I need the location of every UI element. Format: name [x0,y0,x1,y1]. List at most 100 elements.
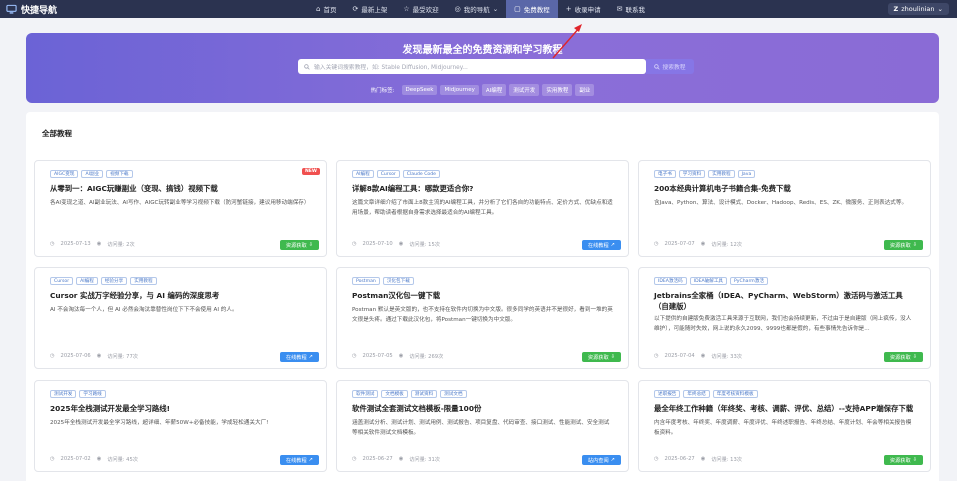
nav-submit[interactable]: + 收录申请 [558,0,609,18]
card-tag[interactable]: 年度考核资料模板 [712,390,758,398]
card-tag[interactable]: 经验分享 [100,277,128,285]
card-tag[interactable]: 测试资料 [410,390,438,398]
resource-button[interactable]: 资源获取 ⇩ [581,352,621,362]
card-title[interactable]: 从零到一：AIGC玩赚副业（变现、搞钱）视频下载 [50,183,312,194]
card-tag[interactable]: 测试开发 [50,390,77,398]
tutorial-card[interactable]: 述职报告 年终总结 年度考核资料模板 最全年终工作种籍（年终奖、考核、调薪、评优… [638,380,931,472]
card-tags: 测试开发 学习路线 [50,390,312,398]
tutorial-card[interactable]: Postman 汉化包下载 Postman汉化包一键下载 Postman 默认是… [336,267,629,369]
tutorial-card[interactable]: AI编程 Cursor Claude Code 详解8款AI编程工具：哪款更适合… [336,160,629,257]
chevron-down-icon: ⌄ [492,5,499,13]
nav-label: 最新上架 [361,6,388,14]
card-tag[interactable]: Java [737,170,756,178]
button-label: 资源获取 [889,354,911,361]
card-title[interactable]: 软件测试全套测试文档模板-限量100份 [352,403,614,414]
card-tag[interactable]: AI编程 [76,277,98,285]
card-title[interactable]: Cursor 实战万字经验分享，与 AI 编码的深度思考 [50,290,312,301]
resource-button[interactable]: 资源获取 ⇩ [883,240,923,250]
card-tag[interactable]: 软件测试 [352,390,379,398]
tutorial-card[interactable]: Cursor AI编程 经验分享 实用教程 Cursor 实战万字经验分享，与 … [34,267,327,369]
card-title[interactable]: 2025年全栈测试开发最全学习路线! [50,403,312,414]
card-tag[interactable]: IDEA激活码 [654,277,687,285]
card-tag[interactable]: 视频下载 [106,170,133,178]
nav-free-tutorials[interactable]: ▢ 免费教程 [506,0,558,18]
card-views: 访问量: 31次 [409,457,440,463]
card-views: 访问量: 13次 [711,457,742,463]
user-menu[interactable]: Z zhoulinian ⌄ [887,3,949,15]
card-meta: ◷ 2025-07-10 ◉ 访问量: 15次 [352,241,440,248]
card-tag[interactable]: 文档模板 [381,390,408,398]
hot-tag[interactable]: 测试开发 [509,84,540,96]
nav-contact[interactable]: ✉ 联系我 [609,0,653,18]
card-tag[interactable]: Cursor [50,277,74,285]
nav-my-nav[interactable]: ◎ 我的导航 ⌄ [447,0,507,18]
card-tags: 述职报告 年终总结 年度考核资料模板 [654,390,916,398]
card-tag[interactable]: PyCharm激活 [730,277,768,285]
card-tag[interactable]: Claude Code [402,170,440,178]
download-icon: ⇩ [912,354,917,360]
external-link-icon: ↗ [610,242,615,248]
tutorial-card[interactable]: 测试开发 学习路线 2025年全栈测试开发最全学习路线! 2025年全栈测试开发… [34,380,327,472]
card-date: 2025-06-27 [362,456,393,462]
card-tag[interactable]: 学习资料 [678,170,706,178]
search-placeholder: 输入关键词搜索教程，如: Stable Diffusion, Midjourne… [314,65,468,71]
search-button[interactable]: 搜索教程 [646,59,694,74]
tutorial-card[interactable]: 电子书 学习资料 实用教程 Java 200本经典计算机电子书籍合集-免费下载 … [638,160,931,257]
card-meta: ◷ 2025-06-27 ◉ 访问量: 13次 [654,456,742,463]
card-tags: Cursor AI编程 经验分享 实用教程 [50,277,312,285]
hot-tags-label: 热门标签: [370,88,395,94]
card-title[interactable]: 详解8款AI编程工具：哪款更适合你? [352,183,614,194]
nav-latest[interactable]: ⟳ 最新上架 [344,0,395,18]
resource-button[interactable]: 资源获取 ⇩ [883,455,923,465]
card-title[interactable]: 200本经典计算机电子书籍合集-免费下载 [654,183,916,194]
card-title[interactable]: Jetbrains全家桶（IDEA、PyCharm、WebStorm）激活码与激… [654,290,916,312]
site-view-button[interactable]: 站内查阅 ↗ [581,455,621,465]
nav-home[interactable]: ⌂ 首页 [308,0,344,18]
hot-tag[interactable]: AI编程 [481,84,507,96]
hot-tag[interactable]: DeepSeek [401,85,438,95]
card-desc: 内含年度考核、年终奖、年度调薪、年度评优、年终述职报告、年终总结、年度计划、年会… [654,420,912,436]
online-tutorial-button[interactable]: 在线教程 ↗ [279,455,319,465]
hot-tag[interactable]: Midjourney [440,85,479,95]
search-input[interactable]: 输入关键词搜索教程，如: Stable Diffusion, Midjourne… [298,59,646,74]
compass-icon: ◎ [454,5,461,13]
star-icon: ☆ [403,5,410,13]
card-tag[interactable]: AIGC变现 [50,170,79,178]
tutorial-card[interactable]: 软件测试 文档模板 测试资料 测试文档 软件测试全套测试文档模板-限量100份 … [336,380,629,472]
online-tutorial-button[interactable]: 在线教程 ↗ [279,352,319,362]
card-tag[interactable]: 实用教程 [708,170,735,178]
online-tutorial-button[interactable]: 在线教程 ↗ [581,240,621,250]
brand[interactable]: 快捷导航 [0,3,300,16]
card-tag[interactable]: Postman [352,277,380,285]
card-tag[interactable]: 实用教程 [130,277,157,285]
card-tag[interactable]: 年终总结 [683,390,710,398]
card-tag[interactable]: 电子书 [654,170,676,178]
search-icon [654,63,661,70]
resource-button[interactable]: 资源获取 ⇩ [883,352,923,362]
hot-tag[interactable]: 副业 [575,84,595,96]
clock-icon: ◷ [50,241,55,247]
monitor-icon [6,4,17,14]
button-label: 在线教程 [285,354,307,361]
card-desc: 以下提供的自建版免费激活工具来源于互联网，我们也会持续更新，不过由于是自建版（网… [654,316,912,332]
resource-button[interactable]: 资源获取 ⇩ [279,240,319,250]
card-tag[interactable]: IDEA破解工具 [689,277,728,285]
tutorial-card[interactable]: AIGC变现 AI副业 视频下载 NEW 从零到一：AIGC玩赚副业（变现、搞钱… [34,160,327,257]
card-title[interactable]: Postman汉化包一键下载 [352,290,614,301]
card-tag[interactable]: Cursor [376,170,400,178]
eye-icon: ◉ [398,456,404,462]
nav-popular[interactable]: ☆ 最受欢迎 [395,0,446,18]
card-tag[interactable]: AI副业 [81,170,104,178]
hot-tag[interactable]: 实用教程 [542,84,573,96]
card-views: 访问量: 77次 [107,354,138,360]
card-title[interactable]: 最全年终工作种籍（年终奖、考核、调薪、评优、总结）--支持APP端保存下载 [654,403,916,414]
tutorial-card[interactable]: IDEA激活码 IDEA破解工具 PyCharm激活 Jetbrains全家桶（… [638,267,931,369]
card-tag[interactable]: AI编程 [352,170,374,178]
card-tag[interactable]: 学习路线 [79,390,106,398]
card-tag[interactable]: 汉化包下载 [382,277,414,285]
tutorial-panel: 全部教程 AIGC变现 AI副业 视频下载 NEW 从零到一：AIGC玩赚副业（… [26,112,939,481]
card-tags: 电子书 学习资料 实用教程 Java [654,170,916,178]
card-tag[interactable]: 述职报告 [654,390,681,398]
clock-icon: ◷ [352,241,357,247]
card-tag[interactable]: 测试文档 [440,390,467,398]
